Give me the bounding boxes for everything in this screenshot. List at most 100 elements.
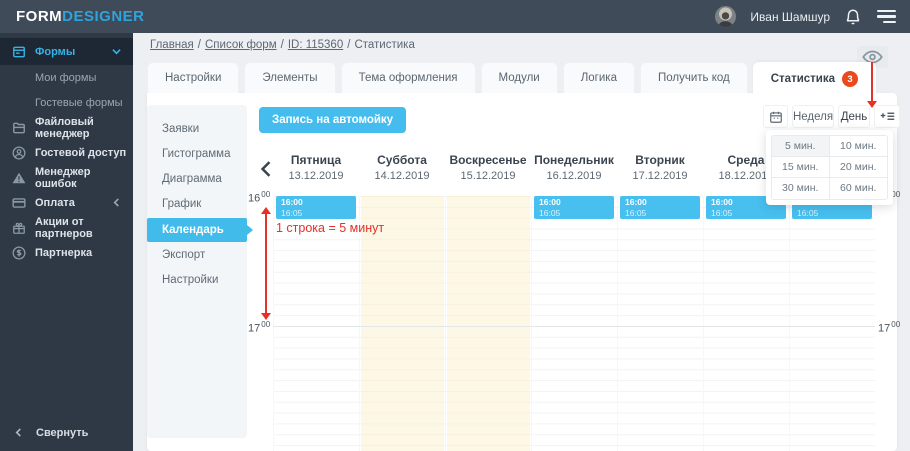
sidebar-item-3[interactable]: Файловый менеджер <box>0 115 133 140</box>
interval-option-0[interactable]: 5 мин. <box>772 136 830 157</box>
sidebar-item-label: Формы <box>35 45 76 58</box>
event-time-next: 16:05 <box>711 208 733 218</box>
inner-nav-item-2[interactable]: Диаграмма <box>147 167 247 192</box>
sidebar-collapse-button[interactable]: Свернуть <box>0 420 133 445</box>
chevron-left-icon <box>112 198 121 207</box>
calendar-event-0[interactable]: 16:00 16:05 <box>276 196 356 219</box>
breadcrumb-item-3: Статистика <box>354 39 415 51</box>
day-header-2: Воскресенье 15.12.2019 <box>445 153 531 182</box>
time-minutes: 00 <box>891 320 901 329</box>
sidebar-item-label: Файловый менеджер <box>35 115 94 140</box>
user-name[interactable]: Иван Шамшур <box>750 10 830 24</box>
day-date: 14.12.2019 <box>374 170 430 182</box>
tab-1[interactable]: Элементы <box>244 62 336 93</box>
tab-6[interactable]: Статистика 3 <box>752 62 877 95</box>
sidebar-item-label: Мои формы <box>35 71 97 84</box>
menu-burger-icon[interactable] <box>876 9 896 24</box>
inner-nav-item-3[interactable]: График <box>147 192 247 217</box>
tab-label: Элементы <box>262 72 318 84</box>
event-time-start: 16:00 <box>625 197 647 207</box>
hour-gridline <box>273 326 875 327</box>
inner-nav-item-1[interactable]: Гистограмма <box>147 142 247 167</box>
breadcrumb-separator: / <box>280 39 284 51</box>
interval-option-5[interactable]: 60 мин. <box>829 178 887 199</box>
day-header-1: Суббота 14.12.2019 <box>359 153 445 182</box>
app-logo: FORMDESIGNER <box>16 8 145 25</box>
inner-nav-item-4[interactable]: Календарь <box>147 218 253 242</box>
notifications-bell-icon[interactable] <box>844 8 862 26</box>
file-manager-icon <box>12 121 26 135</box>
calendar-event-2[interactable]: 16:00 16:05 <box>620 196 700 219</box>
guest-access-icon <box>12 146 26 160</box>
tab-label: Модули <box>498 72 540 84</box>
breadcrumb-item-0[interactable]: Главная <box>150 39 194 51</box>
breadcrumb-item-2[interactable]: ID: 115360 <box>288 39 343 51</box>
tab-5[interactable]: Получить код <box>639 62 748 93</box>
affiliate-icon <box>12 246 26 260</box>
breadcrumb-separator: / <box>347 39 351 51</box>
view-day-button[interactable]: День <box>838 105 870 128</box>
red-pointer-arrow <box>866 62 878 108</box>
row-scale-annotation: 1 строка = 5 минут <box>276 221 385 235</box>
sidebar-item-2[interactable]: Гостевые формы <box>0 90 133 115</box>
day-name: Понедельник <box>534 153 614 167</box>
booking-form-button[interactable]: Запись на автомойку <box>259 107 407 133</box>
interval-option-3[interactable]: 20 мин. <box>829 157 887 178</box>
sidebar-item-6[interactable]: Оплата <box>0 190 133 215</box>
sidebar-item-label: Гостевой доступ <box>35 146 127 159</box>
day-header-3: Понедельник 16.12.2019 <box>531 153 617 182</box>
tab-badge: 3 <box>842 71 859 87</box>
partner-promo-icon <box>12 221 26 235</box>
interval-option-1[interactable]: 10 мин. <box>829 136 887 157</box>
interval-option-4[interactable]: 30 мин. <box>772 178 830 199</box>
time-hour: 17 <box>878 322 891 335</box>
tab-label: Статистика <box>770 72 836 85</box>
time-label-right-1: 1700 <box>878 320 900 335</box>
sidebar-item-label: Партнерка <box>35 246 93 259</box>
sidebar-item-5[interactable]: Менеджер ошибок <box>0 165 133 190</box>
tab-label: Тема оформления <box>358 72 458 84</box>
time-minutes: 00 <box>261 320 271 329</box>
collapse-label: Свернуть <box>36 426 89 439</box>
sidebar-item-label: Акции от партнеров <box>35 215 93 240</box>
day-name: Суббота <box>377 153 427 167</box>
calendar-event-1[interactable]: 16:00 16:05 <box>534 196 614 219</box>
statistics-inner-nav: Заявки Гистограмма Диаграмма График Календар… <box>147 105 253 438</box>
event-time-start: 16:00 <box>539 197 561 207</box>
tab-2[interactable]: Тема оформления <box>340 62 476 93</box>
user-avatar[interactable] <box>715 6 737 27</box>
day-name: Вторник <box>635 153 685 167</box>
logo-primary: FORM <box>16 8 63 25</box>
inner-nav-item-0[interactable]: Заявки <box>147 117 247 142</box>
interval-settings-button[interactable] <box>874 105 900 128</box>
tab-3[interactable]: Модули <box>480 62 558 93</box>
day-header-0: Пятница 13.12.2019 <box>273 153 359 182</box>
inner-nav-item-5[interactable]: Экспорт <box>147 243 247 268</box>
inner-nav-item-6[interactable]: Настройки <box>147 268 247 293</box>
time-minutes: 00 <box>261 190 271 199</box>
red-scale-arrow <box>260 207 272 320</box>
day-name: Пятница <box>290 153 342 167</box>
sidebar-item-1[interactable]: Мои формы <box>0 65 133 90</box>
sidebar-item-7[interactable]: Акции от партнеров <box>0 215 133 240</box>
sidebar: Формы Мои формы Гостевые формы Файловый мен… <box>0 33 133 451</box>
sidebar-item-8[interactable]: Партнерка <box>0 240 133 265</box>
error-manager-icon <box>12 171 26 185</box>
tab-0[interactable]: Настройки <box>147 62 240 93</box>
sidebar-item-0[interactable]: Формы <box>0 38 133 65</box>
day-date: 13.12.2019 <box>288 170 344 182</box>
day-date: 15.12.2019 <box>460 170 516 182</box>
time-label-left-0: 1600 <box>248 190 270 205</box>
chevron-down-icon <box>112 47 121 56</box>
interval-option-2[interactable]: 15 мин. <box>772 157 830 178</box>
forms-icon <box>12 45 26 59</box>
tab-4[interactable]: Логика <box>562 62 635 93</box>
calendar-prev-chevron[interactable] <box>259 161 273 177</box>
breadcrumb-item-1[interactable]: Список форм <box>205 39 277 51</box>
event-time-next: 16:05 <box>281 208 303 218</box>
statistics-content-card: Заявки Гистограмма Диаграмма График Календар… <box>147 93 900 451</box>
calendar-picker-button[interactable] <box>763 105 788 128</box>
tab-label: Логика <box>580 72 617 84</box>
view-week-button[interactable]: Неделя <box>792 105 834 128</box>
sidebar-item-4[interactable]: Гостевой доступ <box>0 140 133 165</box>
